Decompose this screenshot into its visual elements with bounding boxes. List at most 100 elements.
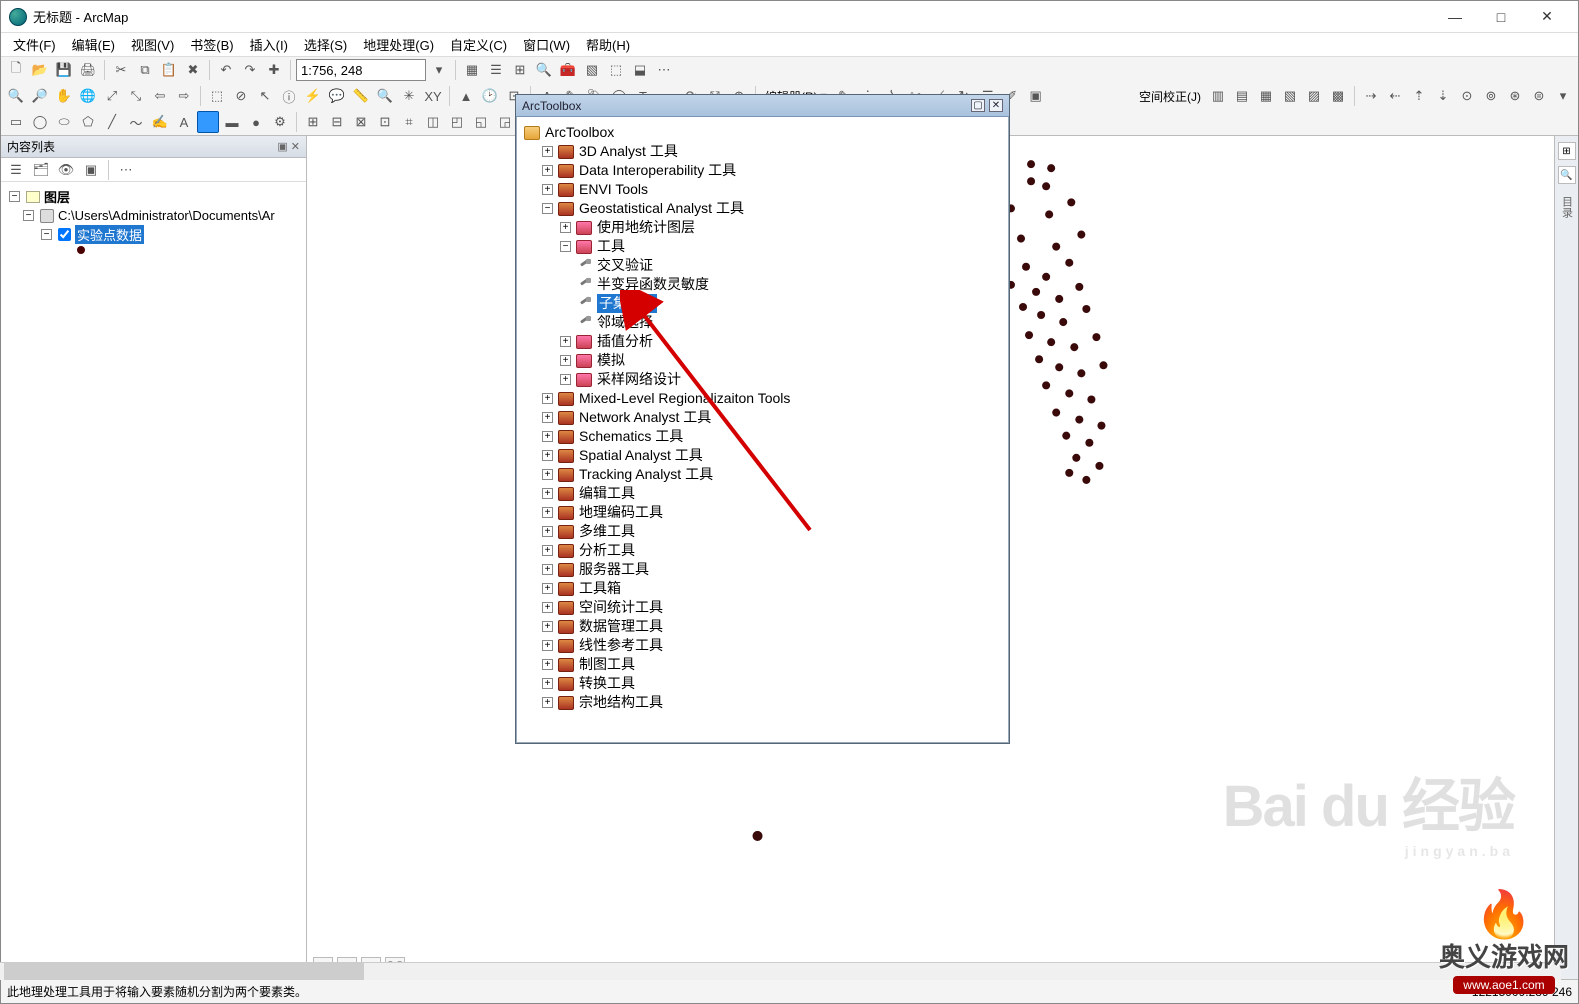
arctoolbox-icon[interactable]: 🧰 (557, 59, 579, 81)
expand-icon[interactable]: + (542, 640, 553, 651)
expand-icon[interactable]: + (542, 583, 553, 594)
expand-icon[interactable]: + (542, 165, 553, 176)
expand-icon[interactable]: + (542, 431, 553, 442)
adj1-icon[interactable]: ▥ (1207, 85, 1229, 107)
layer-visibility-checkbox[interactable] (58, 228, 71, 241)
arrow2-icon[interactable]: ⇠ (1384, 85, 1406, 107)
cut-icon[interactable]: ✂ (110, 59, 132, 81)
draw-curve-icon[interactable]: 〜 (125, 111, 147, 133)
draw-ellipse-icon[interactable]: ⬭ (53, 111, 75, 133)
more-icon[interactable]: ⋯ (653, 59, 675, 81)
tool-item[interactable]: 邻域选择 (524, 313, 1003, 332)
menu-edit[interactable]: 编辑(E) (64, 33, 123, 56)
expand-icon[interactable]: + (542, 488, 553, 499)
snap5-icon[interactable]: ▾ (1552, 85, 1574, 107)
toolbox-item-geostat[interactable]: −Geostatistical Analyst 工具 (524, 199, 1003, 218)
arrow3-icon[interactable]: ⇡ (1408, 85, 1430, 107)
toolbox-item[interactable]: +Data Interoperability 工具 (524, 161, 1003, 180)
menu-customize[interactable]: 自定义(C) (442, 33, 515, 56)
modelbuilder-icon[interactable]: ⬚ (605, 59, 627, 81)
toolbox-item[interactable]: +分析工具 (524, 541, 1003, 560)
toc-datasource[interactable]: − C:\Users\Administrator\Documents\Ar (9, 207, 302, 224)
add-data-icon[interactable]: ✚ (263, 59, 285, 81)
identify-icon[interactable]: ⓘ (278, 85, 300, 107)
georef3-icon[interactable]: ⊠ (350, 111, 372, 133)
tool-item[interactable]: 半变异函数灵敏度 (524, 275, 1003, 294)
list-by-visibility-icon[interactable]: 👁 (55, 159, 77, 181)
menu-window[interactable]: 窗口(W) (515, 33, 578, 56)
adj5-icon[interactable]: ▨ (1303, 85, 1325, 107)
arrow1-icon[interactable]: ⇢ (1360, 85, 1382, 107)
scrollbar-thumb[interactable] (4, 963, 364, 980)
toolbox-item[interactable]: +Spatial Analyst 工具 (524, 446, 1003, 465)
catalog-tab-label[interactable]: 目录 (1559, 196, 1575, 218)
expand-icon[interactable]: + (542, 659, 553, 670)
select-features-icon[interactable]: ⬚ (206, 85, 228, 107)
snap4-icon[interactable]: ⊜ (1528, 85, 1550, 107)
list-by-selection-icon[interactable]: ▣ (80, 159, 102, 181)
find-icon[interactable]: 🔍 (374, 85, 396, 107)
menu-bookmarks[interactable]: 书签(B) (182, 33, 241, 56)
scale-input[interactable] (296, 59, 426, 81)
toolbox-item[interactable]: +3D Analyst 工具 (524, 142, 1003, 161)
fixed-zoom-out-icon[interactable]: ⤡ (125, 85, 147, 107)
results-icon[interactable]: ⬓ (629, 59, 651, 81)
line-color-icon[interactable]: ▬ (221, 111, 243, 133)
georef7-icon[interactable]: ◰ (446, 111, 468, 133)
georef5-icon[interactable]: ⌗ (398, 111, 420, 133)
snap2-icon[interactable]: ⊚ (1480, 85, 1502, 107)
toolset-item[interactable]: +采样网络设计 (524, 370, 1003, 389)
spatial-adjustment-dropdown[interactable]: 空间校正(J) (1135, 88, 1205, 105)
toolset-item-tools[interactable]: −工具 (524, 237, 1003, 256)
options-icon[interactable]: ⋯ (115, 159, 137, 181)
minimize-button[interactable]: — (1432, 2, 1478, 32)
toolbox-item[interactable]: +地理编码工具 (524, 503, 1003, 522)
create-features-icon[interactable]: ▣ (1025, 85, 1047, 107)
list-by-drawing-icon[interactable]: ☰ (5, 159, 27, 181)
toc-close-icon[interactable]: ▣ ✕ (277, 140, 300, 153)
toc-symbol[interactable] (9, 245, 302, 255)
html-popup-icon[interactable]: 💬 (326, 85, 348, 107)
menu-selection[interactable]: 选择(S) (296, 33, 355, 56)
expand-icon[interactable]: + (542, 507, 553, 518)
toolbox-item[interactable]: +线性参考工具 (524, 636, 1003, 655)
hyperlink-icon[interactable]: ⚡ (302, 85, 324, 107)
toc-icon[interactable]: ☰ (485, 59, 507, 81)
menu-view[interactable]: 视图(V) (123, 33, 182, 56)
toolbox-item[interactable]: +服务器工具 (524, 560, 1003, 579)
search-icon[interactable]: 🔍 (533, 59, 555, 81)
expand-icon[interactable]: + (560, 355, 571, 366)
measure-icon[interactable]: 📏 (350, 85, 372, 107)
maximize-button[interactable]: □ (1478, 2, 1524, 32)
draw-rect-icon[interactable]: ▭ (5, 111, 27, 133)
draw-line-icon[interactable]: ╱ (101, 111, 123, 133)
search-tab-icon[interactable]: 🔍 (1558, 166, 1576, 184)
menu-insert[interactable]: 插入(I) (242, 33, 296, 56)
go-to-xy-icon[interactable]: XY (422, 85, 444, 107)
georef1-icon[interactable]: ⊞ (302, 111, 324, 133)
arctoolbox-close-icon[interactable]: ✕ (989, 99, 1003, 112)
draw-polygon-icon[interactable]: ⬠ (77, 111, 99, 133)
open-icon[interactable]: 📂 (29, 59, 51, 81)
list-by-source-icon[interactable]: 🗂 (30, 159, 52, 181)
expand-icon[interactable]: + (542, 697, 553, 708)
adj4-icon[interactable]: ▧ (1279, 85, 1301, 107)
menu-geoprocessing[interactable]: 地理处理(G) (355, 33, 442, 56)
toolbox-item[interactable]: +Mixed-Level Regionalizaiton Tools (524, 389, 1003, 408)
time-slider-icon[interactable]: 🕑 (479, 85, 501, 107)
draw-circle-icon[interactable]: ◯ (29, 111, 51, 133)
toolbox-item[interactable]: +多维工具 (524, 522, 1003, 541)
collapse-icon[interactable]: − (542, 203, 553, 214)
snap-icon[interactable]: ⊙ (1456, 85, 1478, 107)
toolbox-item[interactable]: +空间统计工具 (524, 598, 1003, 617)
georef8-icon[interactable]: ◱ (470, 111, 492, 133)
toolbox-item[interactable]: +宗地结构工具 (524, 693, 1003, 712)
toc-layer-label[interactable]: 实验点数据 (75, 225, 144, 244)
toolbox-item[interactable]: +制图工具 (524, 655, 1003, 674)
draw-text-icon[interactable]: A (173, 111, 195, 133)
toc-root[interactable]: − 图层 (9, 186, 302, 207)
arrow4-icon[interactable]: ⇣ (1432, 85, 1454, 107)
next-extent-icon[interactable]: ⇨ (173, 85, 195, 107)
arctoolbox-restore-icon[interactable]: ▢ (971, 99, 985, 112)
fixed-zoom-in-icon[interactable]: ⤢ (101, 85, 123, 107)
